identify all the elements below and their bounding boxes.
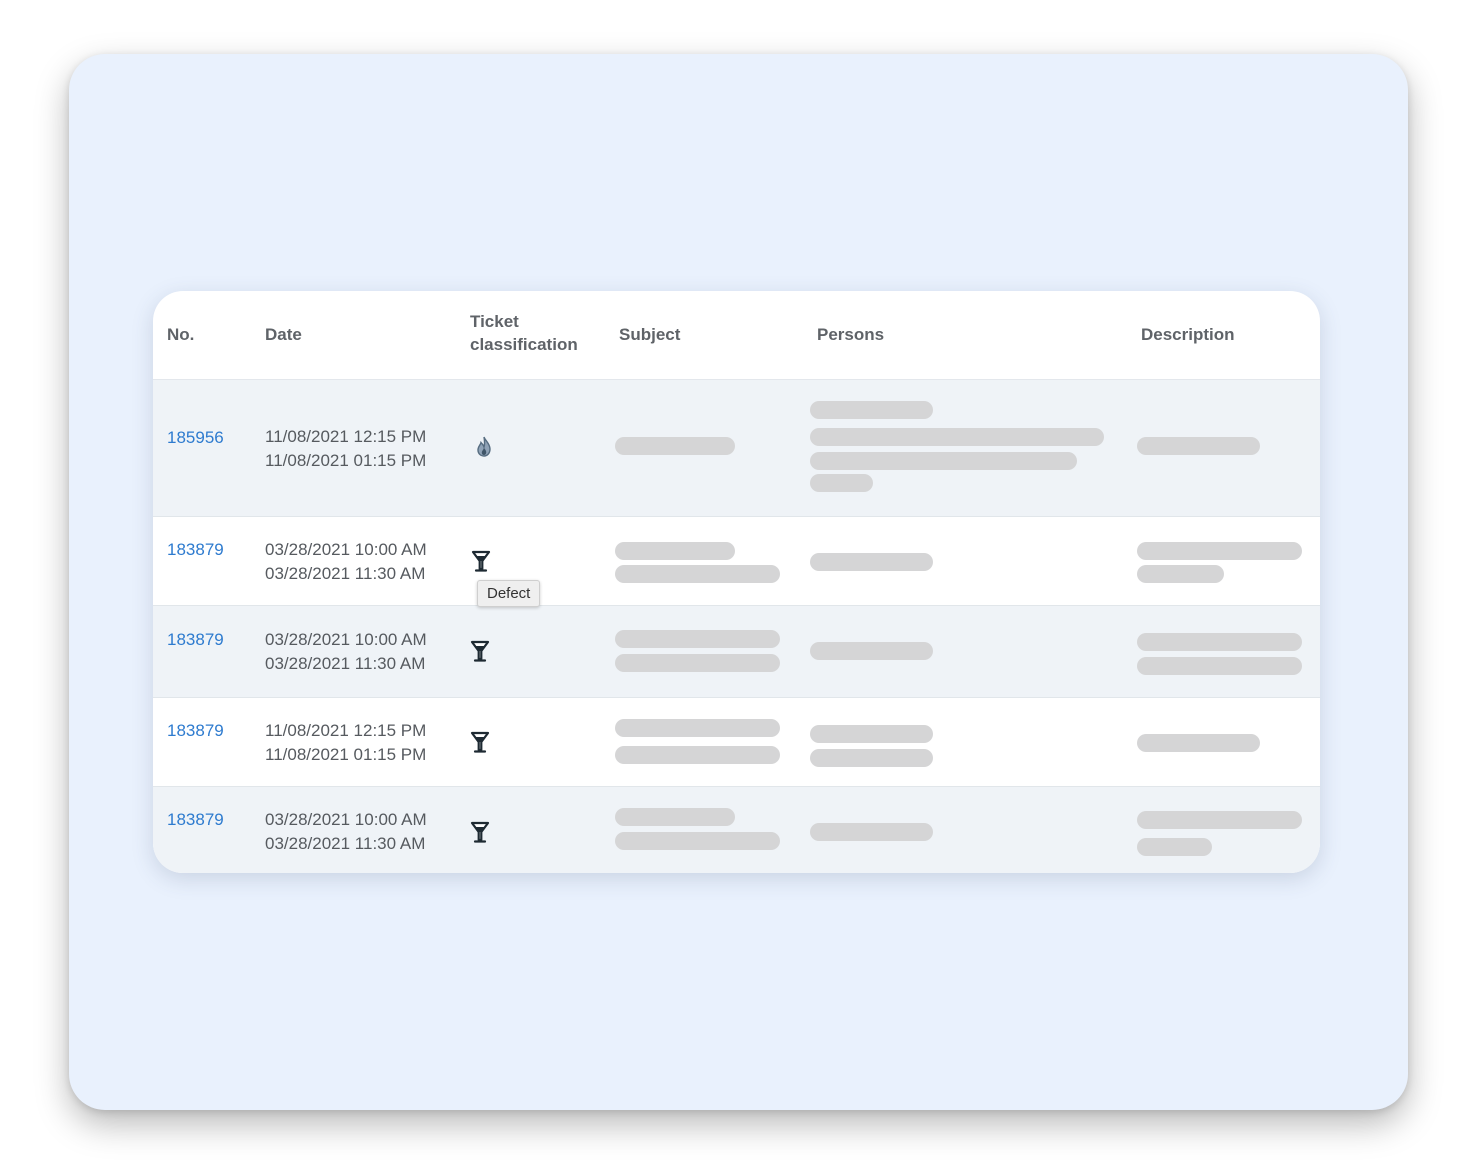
subject-placeholder bbox=[615, 832, 780, 850]
subject-placeholder bbox=[615, 719, 780, 737]
funnel-icon[interactable] bbox=[469, 639, 491, 663]
date-range: 03/28/2021 10:00 AM 03/28/2021 11:30 AM bbox=[265, 808, 427, 856]
funnel-icon[interactable] bbox=[469, 730, 491, 754]
person-placeholder bbox=[810, 642, 933, 660]
date-start: 11/08/2021 12:15 PM bbox=[265, 427, 427, 446]
backdrop-panel: No. Date Ticket classification Subject P… bbox=[69, 54, 1408, 1110]
person-placeholder bbox=[810, 401, 933, 419]
date-range: 03/28/2021 10:00 AM 03/28/2021 11:30 AM bbox=[265, 628, 427, 676]
flame-icon[interactable] bbox=[473, 435, 495, 459]
header-classification-line2: classification bbox=[470, 335, 578, 354]
person-placeholder bbox=[810, 474, 873, 492]
subject-placeholder bbox=[615, 808, 735, 826]
header-classification-line1: Ticket bbox=[470, 312, 519, 331]
date-end: 03/28/2021 11:30 AM bbox=[265, 564, 426, 583]
ticket-number-link[interactable]: 185956 bbox=[167, 426, 224, 449]
subject-placeholder bbox=[615, 565, 780, 583]
table-row[interactable]: 183879 03/28/2021 10:00 AM 03/28/2021 11… bbox=[153, 606, 1320, 698]
date-start: 03/28/2021 10:00 AM bbox=[265, 540, 427, 559]
date-end: 11/08/2021 01:15 PM bbox=[265, 745, 427, 764]
date-end: 03/28/2021 11:30 AM bbox=[265, 834, 426, 853]
date-range: 11/08/2021 12:15 PM 11/08/2021 01:15 PM bbox=[265, 719, 426, 767]
date-range: 11/08/2021 12:15 PM 11/08/2021 01:15 PM bbox=[265, 425, 426, 473]
funnel-icon[interactable] bbox=[469, 820, 491, 844]
funnel-icon[interactable] bbox=[470, 549, 492, 573]
person-placeholder bbox=[810, 725, 933, 743]
ticket-number-link[interactable]: 183879 bbox=[167, 808, 224, 831]
subject-placeholder bbox=[615, 630, 780, 648]
subject-placeholder bbox=[615, 654, 780, 672]
subject-placeholder bbox=[615, 542, 735, 560]
description-placeholder bbox=[1137, 542, 1302, 560]
header-date[interactable]: Date bbox=[265, 323, 302, 346]
description-placeholder bbox=[1137, 734, 1260, 752]
date-start: 11/08/2021 12:15 PM bbox=[265, 721, 427, 740]
description-placeholder bbox=[1137, 565, 1224, 583]
ticket-number-link[interactable]: 183879 bbox=[167, 719, 224, 742]
date-start: 03/28/2021 10:00 AM bbox=[265, 810, 427, 829]
table-row[interactable]: 185956 11/08/2021 12:15 PM 11/08/2021 01… bbox=[153, 380, 1320, 517]
ticket-number-link[interactable]: 183879 bbox=[167, 628, 224, 651]
description-placeholder bbox=[1137, 633, 1302, 651]
ticket-number-link[interactable]: 183879 bbox=[167, 538, 224, 561]
header-classification[interactable]: Ticket classification bbox=[470, 310, 578, 356]
header-subject[interactable]: Subject bbox=[619, 323, 680, 346]
date-start: 03/28/2021 10:00 AM bbox=[265, 630, 427, 649]
tickets-table: No. Date Ticket classification Subject P… bbox=[153, 291, 1320, 873]
person-placeholder bbox=[810, 428, 1104, 446]
table-row[interactable]: 183879 03/28/2021 10:00 AM 03/28/2021 11… bbox=[153, 517, 1320, 606]
table-row[interactable]: 183879 03/28/2021 10:00 AM 03/28/2021 11… bbox=[153, 787, 1320, 873]
person-placeholder bbox=[810, 823, 933, 841]
header-description[interactable]: Description bbox=[1141, 323, 1235, 346]
person-placeholder bbox=[810, 749, 933, 767]
description-placeholder bbox=[1137, 657, 1302, 675]
subject-placeholder bbox=[615, 746, 780, 764]
table-header: No. Date Ticket classification Subject P… bbox=[153, 291, 1320, 380]
date-range: 03/28/2021 10:00 AM 03/28/2021 11:30 AM bbox=[265, 538, 427, 586]
classification-tooltip: Defect bbox=[477, 580, 541, 607]
description-placeholder bbox=[1137, 437, 1260, 455]
subject-placeholder bbox=[615, 437, 735, 455]
table-row[interactable]: 183879 11/08/2021 12:15 PM 11/08/2021 01… bbox=[153, 698, 1320, 787]
date-end: 03/28/2021 11:30 AM bbox=[265, 654, 426, 673]
header-no[interactable]: No. bbox=[167, 323, 194, 346]
date-end: 11/08/2021 01:15 PM bbox=[265, 451, 427, 470]
person-placeholder bbox=[810, 553, 933, 571]
header-persons[interactable]: Persons bbox=[817, 323, 884, 346]
description-placeholder bbox=[1137, 811, 1302, 829]
person-placeholder bbox=[810, 452, 1077, 470]
description-placeholder bbox=[1137, 838, 1212, 856]
